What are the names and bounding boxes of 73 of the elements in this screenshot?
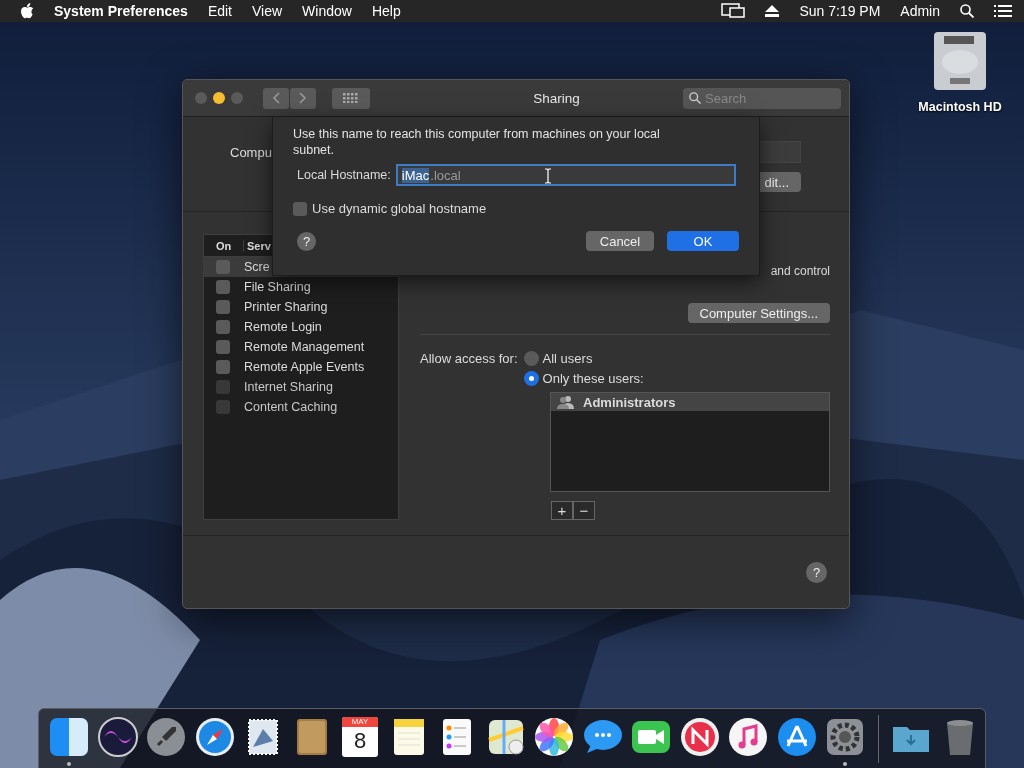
menu-item[interactable]: View — [252, 3, 283, 19]
sheet-message: Use this name to reach this computer from machines on your local subnet. — [293, 126, 661, 158]
radio-label[interactable]: Only these users: — [542, 371, 644, 387]
flower-icon[interactable] — [532, 715, 576, 759]
grid-icon — [343, 93, 359, 104]
checkbox-label[interactable]: Use dynamic global hostname — [312, 201, 487, 216]
service-name: Content Caching — [244, 400, 338, 415]
computer-name-label: Compu — [230, 145, 272, 163]
window-title: Sharing — [532, 90, 581, 106]
calendar-month: MAY — [342, 717, 378, 727]
service-description: and control — [769, 264, 830, 279]
radio-button[interactable] — [523, 371, 539, 387]
chevron-right-icon — [299, 92, 307, 105]
eject-icon[interactable] — [765, 5, 780, 17]
cancel-button[interactable]: Cancel — [586, 231, 654, 251]
column-header[interactable]: On — [204, 239, 243, 252]
chevron-left-icon — [272, 92, 280, 105]
help-button[interactable]: ? — [297, 231, 316, 251]
hard-drive-icon[interactable] — [932, 30, 988, 92]
hostname-field[interactable]: iMac.local — [395, 164, 736, 186]
service-name: Scre — [244, 260, 270, 275]
service-row[interactable]: File Sharing — [204, 277, 398, 298]
service-checkbox[interactable] — [216, 320, 230, 335]
search-icon[interactable] — [960, 4, 974, 18]
back-button[interactable] — [263, 87, 289, 109]
service-name: Remote Management — [244, 340, 365, 355]
forward-button[interactable] — [290, 87, 316, 109]
service-checkbox[interactable] — [216, 260, 230, 275]
menu-icon[interactable] — [994, 4, 1012, 18]
service-row[interactable]: Remote Login — [204, 317, 398, 338]
service-row[interactable]: Remote Apple Events — [204, 357, 398, 378]
clock[interactable]: Sun 7:19 PM — [799, 3, 881, 19]
service-name: Printer Sharing — [244, 300, 328, 315]
display-icon[interactable] — [721, 3, 746, 19]
radio-label[interactable]: All users — [542, 351, 593, 367]
orb-icon[interactable] — [95, 715, 140, 759]
access-label: Allow access for: — [420, 351, 518, 369]
group-icon — [557, 395, 575, 410]
search-icon — [689, 91, 701, 104]
show-all-button[interactable] — [332, 87, 370, 109]
calendar-day: 8 — [353, 727, 367, 755]
user-menu[interactable]: Admin — [900, 3, 940, 19]
service-name: Remote Apple Events — [244, 360, 365, 375]
minimize-button[interactable] — [213, 92, 225, 105]
menu-item[interactable]: Help — [371, 3, 401, 19]
calendar-icon[interactable]: MAY 8 — [342, 717, 378, 757]
music-note-icon[interactable] — [726, 715, 770, 759]
desktop-icon-label[interactable]: Macintosh HD — [918, 100, 1002, 114]
checkbox[interactable] — [293, 201, 307, 216]
service-checkbox[interactable] — [216, 300, 230, 315]
service-checkbox[interactable] — [216, 360, 230, 375]
computer-name-field[interactable] — [757, 141, 801, 164]
add-button[interactable]: + — [551, 501, 573, 521]
remove-button[interactable]: − — [573, 501, 595, 521]
ok-button[interactable]: OK — [667, 231, 739, 251]
menu-item[interactable]: Edit — [207, 3, 232, 19]
service-name: Remote Login — [244, 320, 322, 335]
help-button[interactable]: ? — [806, 561, 827, 583]
app-menu[interactable]: System Preferences — [54, 3, 188, 19]
computer-settings-button[interactable]: Computer Settings... — [687, 303, 830, 324]
service-name: File Sharing — [244, 280, 311, 295]
service-row[interactable]: Remote Management — [204, 337, 398, 358]
text-cursor-icon — [543, 168, 552, 184]
menu-item[interactable]: Window — [302, 3, 352, 19]
service-checkbox[interactable] — [216, 340, 230, 355]
hostname-label: Local Hostname: — [297, 168, 391, 182]
service-name: Internet Sharing — [244, 380, 333, 395]
split-square-icon[interactable] — [47, 715, 91, 759]
service-checkbox[interactable] — [216, 280, 230, 295]
user-row[interactable]: Administrators — [551, 393, 829, 412]
radio-button[interactable] — [523, 351, 539, 367]
service-row[interactable]: Printer Sharing — [204, 297, 398, 318]
apple-icon[interactable] — [20, 3, 34, 19]
